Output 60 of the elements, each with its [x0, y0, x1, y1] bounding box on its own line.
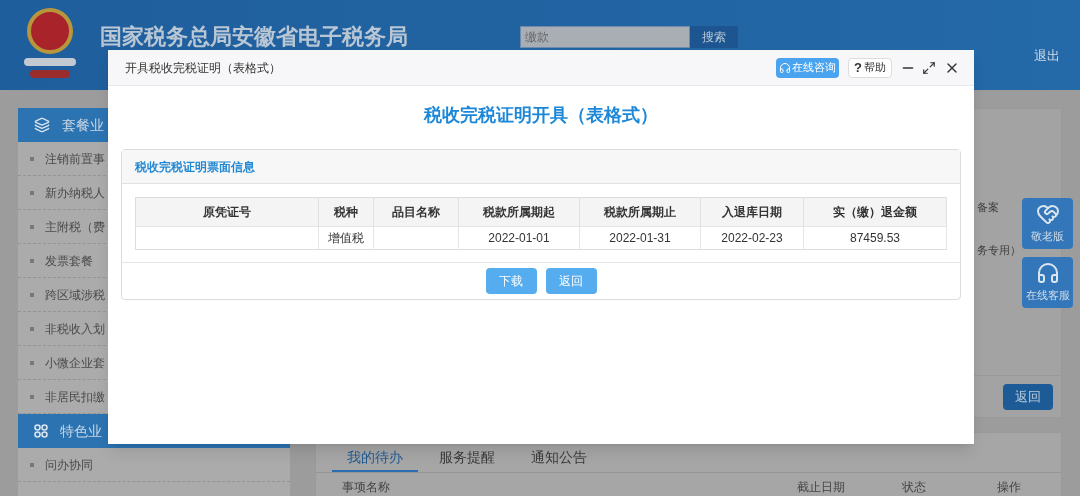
dialog-action-button[interactable]: 下载: [485, 268, 537, 294]
column-header: 实（缴）退金额: [803, 197, 947, 227]
bullet-icon: [30, 292, 34, 297]
bullet-icon: [30, 224, 34, 229]
site-title: 国家税务总局安徽省电子税务局: [100, 23, 408, 51]
column-header: 事项名称: [342, 481, 391, 493]
column-header: 操作: [997, 481, 1021, 493]
dialog-heading: 税收完税证明开具（表格式）: [422, 104, 659, 127]
column-header: 税种: [318, 197, 374, 227]
bullet-icon: [30, 360, 34, 365]
bullet-icon: [30, 258, 34, 263]
table-cell: 增值税: [328, 231, 364, 245]
partial-text: 备案: [977, 200, 1000, 215]
section-title: 特色业: [60, 421, 102, 441]
help-button[interactable]: ?帮助: [848, 57, 892, 78]
sidebar-item[interactable]: 发票套餐: [45, 251, 93, 270]
sidebar-item[interactable]: 跨区域涉税: [45, 285, 105, 304]
sidebar-item[interactable]: 小微企业套: [45, 353, 105, 372]
bullet-icon: [30, 156, 34, 161]
headset-icon: [1035, 261, 1060, 286]
column-header: 状态: [902, 481, 927, 493]
bullet-icon: [30, 394, 34, 399]
search-button[interactable]: 搜索: [690, 26, 738, 48]
back-button[interactable]: 返回: [1003, 383, 1053, 410]
maximize-icon[interactable]: [922, 60, 936, 75]
column-header: 截止日期: [797, 481, 846, 493]
sidebar-item[interactable]: 非居民扣缴: [45, 387, 105, 406]
bullet-icon: [30, 326, 34, 331]
column-header: 税款所属期止: [579, 197, 701, 227]
search-field[interactable]: 缴款: [520, 26, 690, 48]
four-circles-icon: [34, 424, 48, 438]
column-header: 税款所属期起: [458, 197, 580, 227]
table-cell: 2022-01-31: [609, 231, 671, 245]
section-title: 套餐业: [62, 115, 104, 135]
sidebar-item[interactable]: 新办纳税人: [45, 183, 105, 202]
table-cell: 2022-01-01: [488, 231, 550, 245]
tab[interactable]: 服务提醒: [424, 444, 510, 472]
handshake-icon: [1035, 202, 1060, 227]
layers-icon: [34, 117, 50, 133]
sidebar-item[interactable]: 注销前置事: [45, 149, 105, 168]
dialog-action-button[interactable]: 返回: [545, 268, 597, 294]
table-cell: 2022-02-23: [721, 231, 783, 245]
column-header: 原凭证号: [135, 197, 319, 227]
column-header: 品目名称: [373, 197, 459, 227]
panel-title: 税收完税证明票面信息: [135, 158, 255, 176]
side-float-button[interactable]: 在线客服: [1022, 257, 1073, 308]
column-header: 入退库日期: [700, 197, 804, 227]
table-cell: 87459.53: [849, 231, 901, 245]
sidebar-item[interactable]: 非税收入划: [45, 319, 105, 338]
tab[interactable]: 通知公告: [516, 444, 602, 472]
bullet-icon: [30, 190, 34, 195]
headset-icon: [779, 61, 792, 74]
sidebar-item[interactable]: 问办协同: [45, 455, 93, 474]
logout-link[interactable]: 退出: [1034, 46, 1060, 66]
partial-text: 务专用）: [977, 242, 1021, 258]
side-float-button[interactable]: 敬老版: [1022, 198, 1073, 249]
online-consult-button[interactable]: 在线咨询: [776, 57, 840, 78]
sidebar-item[interactable]: 主附税（费: [45, 217, 105, 236]
dialog-title: 开具税收完税证明（表格式）: [125, 59, 281, 77]
bullet-icon: [30, 462, 34, 467]
